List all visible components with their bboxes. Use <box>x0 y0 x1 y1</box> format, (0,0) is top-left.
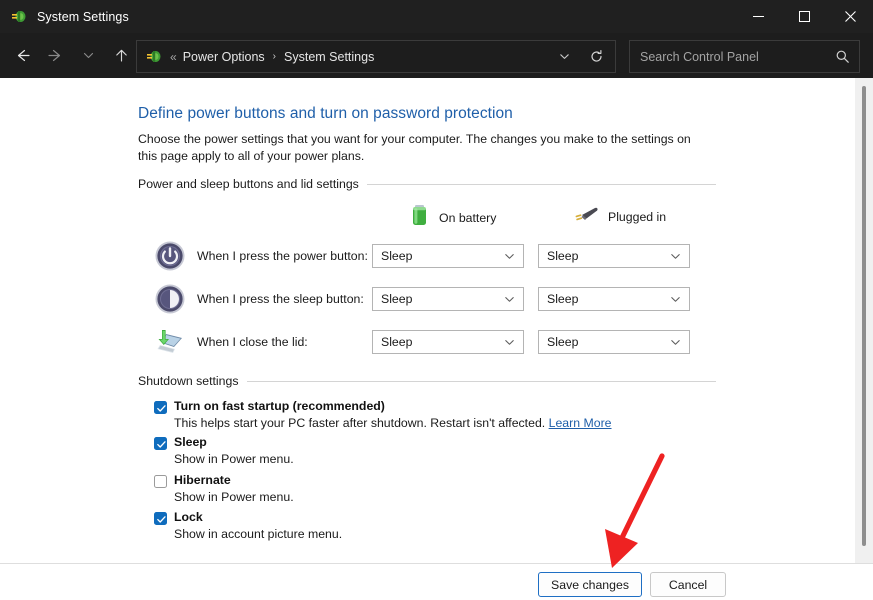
search-input[interactable] <box>640 49 820 64</box>
checkbox-title: Turn on fast startup (recommended) <box>174 399 385 413</box>
address-bar[interactable]: « Power Options › System Settings <box>136 40 616 73</box>
setting-label: When I close the lid: <box>197 335 308 349</box>
chevron-down-icon <box>504 245 515 267</box>
column-header-plugged-in: Plugged in <box>573 203 666 230</box>
window-controls <box>735 0 873 33</box>
save-changes-button[interactable]: Save changes <box>538 572 642 597</box>
chevron-down-icon <box>670 331 681 353</box>
recent-locations-chevron-down-icon[interactable] <box>72 40 105 72</box>
search-box[interactable] <box>629 40 860 73</box>
battery-icon <box>408 203 430 232</box>
learn-more-link[interactable]: Learn More <box>549 416 612 430</box>
power-button-icon <box>154 240 186 272</box>
group-divider <box>366 183 716 185</box>
forward-arrow-icon[interactable] <box>39 40 72 72</box>
checkbox-description: Show in account picture menu. <box>174 527 343 541</box>
dropdown-value: Sleep <box>381 249 413 263</box>
breadcrumb-overflow[interactable]: « <box>170 50 177 64</box>
setting-row-sleep-button: When I press the sleep button: Sleep Sle… <box>138 281 716 317</box>
title-bar: System Settings <box>0 0 873 33</box>
sleep-button-plugged-in-dropdown[interactable]: Sleep <box>538 287 690 311</box>
group-header-power-and-sleep: Power and sleep buttons and lid settings <box>138 177 716 191</box>
breadcrumb-separator: › <box>272 51 277 62</box>
search-icon[interactable] <box>835 49 850 64</box>
setting-label: When I press the power button: <box>197 249 368 263</box>
close-lid-on-battery-dropdown[interactable]: Sleep <box>372 330 524 354</box>
close-lid-plugged-in-dropdown[interactable]: Sleep <box>538 330 690 354</box>
close-lid-icon <box>154 326 186 358</box>
refresh-icon[interactable] <box>581 41 611 72</box>
column-headers: On battery Plugged in <box>138 200 716 228</box>
checkbox-description: Show in Power menu. <box>174 490 294 504</box>
checkbox-description: Show in Power menu. <box>174 452 294 466</box>
power-plug-icon <box>573 203 599 230</box>
breadcrumb-item-power-options[interactable]: Power Options <box>183 50 265 64</box>
dropdown-value: Sleep <box>381 292 413 306</box>
sleep-button-icon <box>154 283 186 315</box>
checkbox-description: This helps start your PC faster after sh… <box>174 416 612 430</box>
page-description: Choose the power settings that you want … <box>138 132 691 163</box>
minimize-icon[interactable] <box>735 0 781 33</box>
checkbox-checked-icon[interactable] <box>154 512 167 525</box>
chevron-down-icon <box>670 288 681 310</box>
scrollbar-thumb[interactable] <box>862 86 866 546</box>
description-text: This helps start your PC faster after sh… <box>174 416 546 430</box>
vertical-scrollbar[interactable] <box>855 78 873 563</box>
power-button-plugged-in-dropdown[interactable]: Sleep <box>538 244 690 268</box>
dropdown-value: Sleep <box>547 249 579 263</box>
sleep-button-on-battery-dropdown[interactable]: Sleep <box>372 287 524 311</box>
maximize-icon[interactable] <box>781 0 827 33</box>
group-label: Shutdown settings <box>138 374 239 388</box>
setting-row-close-lid: When I close the lid: Sleep Sleep <box>138 324 716 360</box>
checkbox-unchecked-icon[interactable] <box>154 475 167 488</box>
window-title: System Settings <box>37 9 129 24</box>
chevron-down-icon <box>504 331 515 353</box>
setting-label: When I press the sleep button: <box>197 292 364 306</box>
checkbox-checked-icon[interactable] <box>154 401 167 414</box>
chevron-down-icon <box>504 288 515 310</box>
up-arrow-icon[interactable] <box>105 40 138 72</box>
close-icon[interactable] <box>827 0 873 33</box>
breadcrumb-item-system-settings[interactable]: System Settings <box>284 50 374 64</box>
dropdown-value: Sleep <box>381 335 413 349</box>
checkbox-checked-icon[interactable] <box>154 437 167 450</box>
checkbox-title: Sleep <box>174 435 207 449</box>
address-system-settings-icon <box>146 49 162 65</box>
cancel-button[interactable]: Cancel <box>650 572 726 597</box>
dropdown-value: Sleep <box>547 335 579 349</box>
column-label: On battery <box>439 210 497 225</box>
address-chevron-down-icon[interactable] <box>551 41 577 72</box>
group-header-shutdown-settings: Shutdown settings <box>138 374 716 388</box>
checkbox-title: Lock <box>174 510 203 524</box>
group-label: Power and sleep buttons and lid settings <box>138 177 359 191</box>
column-label: Plugged in <box>608 209 667 224</box>
dropdown-value: Sleep <box>547 292 579 306</box>
page-title: Define power buttons and turn on passwor… <box>138 105 513 122</box>
group-divider <box>246 380 716 382</box>
checkbox-title: Hibernate <box>174 473 231 487</box>
system-settings-window: System Settings « Power Options › System… <box>0 0 873 600</box>
chevron-down-icon <box>670 245 681 267</box>
footer-bar: Save changes Cancel <box>0 564 873 600</box>
back-arrow-icon[interactable] <box>6 40 39 72</box>
column-header-on-battery: On battery <box>408 203 496 232</box>
system-settings-icon <box>11 9 27 25</box>
power-button-on-battery-dropdown[interactable]: Sleep <box>372 244 524 268</box>
setting-row-power-button: When I press the power button: Sleep Sle… <box>138 238 716 274</box>
